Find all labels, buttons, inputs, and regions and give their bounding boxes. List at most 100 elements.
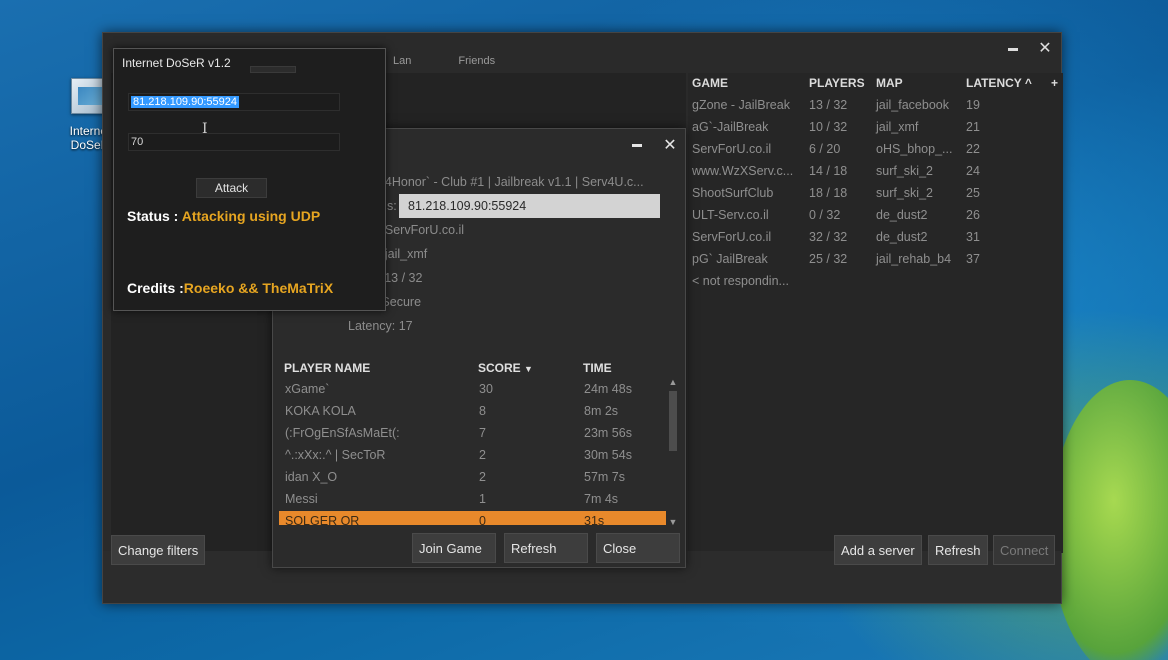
status-value: Attacking using UDP	[181, 208, 321, 224]
player-score: 0	[479, 514, 486, 525]
server-latency: 21	[966, 120, 980, 134]
server-latency: 37	[966, 252, 980, 266]
title-decoration	[250, 66, 296, 73]
player-list-scrollbar[interactable]: ▲ ▼	[667, 377, 679, 527]
server-latency: 31	[966, 230, 980, 244]
server-address-label: s:	[387, 199, 397, 213]
server-game: ShootSurfClub	[692, 186, 774, 200]
scroll-up-icon[interactable]: ▲	[667, 377, 679, 387]
selected-ip-text: 81.218.109.90:55924	[131, 96, 239, 108]
server-players: 10 / 32	[809, 120, 848, 134]
server-row[interactable]: www.WzXServ.c... 14 / 18 surf_ski_2 24	[688, 161, 1063, 183]
tab-lan[interactable]: Lan	[393, 55, 411, 67]
column-players[interactable]: PLAYERS	[809, 76, 865, 90]
player-time: 8m 2s	[584, 404, 619, 418]
close-icon[interactable]: ✕	[661, 135, 679, 155]
status-label: Status :	[127, 208, 179, 224]
player-score: 30	[479, 382, 493, 396]
server-row[interactable]: gZone - JailBreak 13 / 32 jail_facebook 19	[688, 95, 1063, 117]
server-players: 13 / 32	[809, 98, 848, 112]
join-game-button[interactable]: Join Game	[412, 533, 496, 563]
player-row[interactable]: xGame` 30 24m 48s	[279, 379, 666, 401]
add-column-icon[interactable]: +	[1051, 76, 1058, 90]
connect-button[interactable]: Connect	[993, 535, 1056, 565]
column-latency[interactable]: LATENCY ^	[966, 76, 1032, 90]
server-map: de_dust2	[876, 208, 928, 222]
player-score: 8	[479, 404, 486, 418]
server-game: ServForU.co.il	[692, 230, 772, 244]
player-row[interactable]: SOLGER OR 0 31s	[279, 511, 666, 525]
add-server-button[interactable]: Add a server	[834, 535, 922, 565]
server-row[interactable]: ServForU.co.il 6 / 20 oHS_bhop_... 22	[688, 139, 1063, 161]
server-game: < not respondin...	[692, 274, 789, 288]
server-row[interactable]: ShootSurfClub 18 / 18 surf_ski_2 25	[688, 183, 1063, 205]
tab-friends[interactable]: Friends	[458, 55, 495, 67]
refresh-button[interactable]: Refresh	[928, 535, 988, 565]
player-time: 30m 54s	[584, 448, 632, 462]
player-row[interactable]: KOKA KOLA 8 8m 2s	[279, 401, 666, 423]
server-row[interactable]: aG`-JailBreak 10 / 32 jail_xmf 21	[688, 117, 1063, 139]
server-latency: 26	[966, 208, 980, 222]
server-row[interactable]: pG` JailBreak 25 / 32 jail_rehab_b4 37	[688, 249, 1063, 271]
server-game: www.WzXServ.c...	[692, 164, 794, 178]
server-game: aG`-JailBreak	[692, 120, 769, 134]
player-table-header: PLAYER NAME SCORE ▼ TIME	[283, 359, 677, 379]
player-score: 2	[479, 448, 486, 462]
server-players: 0 / 32	[809, 208, 841, 222]
player-row[interactable]: ^.:xXx:.^ | SecToR 2 30m 54s	[279, 445, 666, 467]
player-time: 24m 48s	[584, 382, 632, 396]
scrollbar-thumb[interactable]	[669, 391, 677, 451]
column-score[interactable]: SCORE ▼	[478, 361, 533, 375]
server-game: ULT-Serv.co.il	[692, 208, 769, 222]
player-time: 23m 56s	[584, 426, 632, 440]
close-button[interactable]: Close	[596, 533, 680, 563]
server-address-field[interactable]: 81.218.109.90:55924	[399, 194, 660, 218]
port-input[interactable]: 70	[128, 133, 340, 151]
credits-value: Roeeko && TheMaTriX	[183, 280, 334, 296]
doser-title: Internet DoSeR v1.2	[122, 56, 231, 70]
server-latency: 25	[966, 186, 980, 200]
server-map: surf_ski_2	[876, 186, 933, 200]
server-list-header: GAME PLAYERS MAP LATENCY ^ +	[688, 73, 1063, 93]
player-score: 1	[479, 492, 486, 506]
server-map: surf_ski_2	[876, 164, 933, 178]
player-row[interactable]: idan X_O 2 57m 7s	[279, 467, 666, 489]
player-list: xGame` 30 24m 48s KOKA KOLA 8 8m 2s (:FrOgEnSf…	[273, 379, 673, 525]
player-time: 57m 7s	[584, 470, 625, 484]
player-score: 2	[479, 470, 486, 484]
player-time: 7m 4s	[584, 492, 619, 506]
player-row[interactable]: Messi 1 7m 4s	[279, 489, 666, 511]
minimize-icon[interactable]: ▬	[1003, 39, 1023, 59]
player-name: SOLGER OR	[285, 514, 360, 525]
ip-input[interactable]: 81.218.109.90:55924	[128, 93, 340, 111]
attack-button[interactable]: Attack	[196, 178, 267, 198]
server-players: 32 / 32	[809, 230, 848, 244]
minimize-icon[interactable]: ▬	[628, 139, 646, 150]
server-game: pG` JailBreak	[692, 252, 768, 266]
server-row[interactable]: ULT-Serv.co.il 0 / 32 de_dust2 26	[688, 205, 1063, 227]
server-map: jail_facebook	[876, 98, 949, 112]
server-game: gZone - JailBreak	[692, 98, 790, 112]
server-map: jail_rehab_b4	[876, 252, 952, 266]
server-map: de_dust2	[876, 230, 928, 244]
server-players: 25 / 32	[809, 252, 848, 266]
close-icon[interactable]: ✕	[1035, 39, 1055, 59]
column-time[interactable]: TIME	[583, 361, 612, 375]
server-map: oHS_bhop_...	[876, 142, 953, 156]
player-name: ^.:xXx:.^ | SecToR	[285, 448, 386, 462]
player-row[interactable]: (:FrOgEnSfAsMaEt(: 7 23m 56s	[279, 423, 666, 445]
server-row[interactable]: ServForU.co.il 32 / 32 de_dust2 31	[688, 227, 1063, 249]
column-player-name[interactable]: PLAYER NAME	[284, 361, 370, 375]
server-row[interactable]: < not respondin...	[688, 271, 1063, 293]
column-game[interactable]: GAME	[692, 76, 728, 90]
server-list: GAME PLAYERS MAP LATENCY ^ + gZone - Jai…	[688, 73, 1063, 553]
player-name: (:FrOgEnSfAsMaEt(:	[285, 426, 400, 440]
column-map[interactable]: MAP	[876, 76, 903, 90]
wallpaper-swoosh	[1050, 380, 1168, 660]
doser-window: Internet DoSeR v1.2 81.218.109.90:55924 …	[113, 48, 386, 311]
server-players: 14 / 18	[809, 164, 848, 178]
player-name: KOKA KOLA	[285, 404, 356, 418]
change-filters-button[interactable]: Change filters	[111, 535, 206, 565]
scroll-down-icon[interactable]: ▼	[667, 517, 679, 527]
refresh-button[interactable]: Refresh	[504, 533, 588, 563]
